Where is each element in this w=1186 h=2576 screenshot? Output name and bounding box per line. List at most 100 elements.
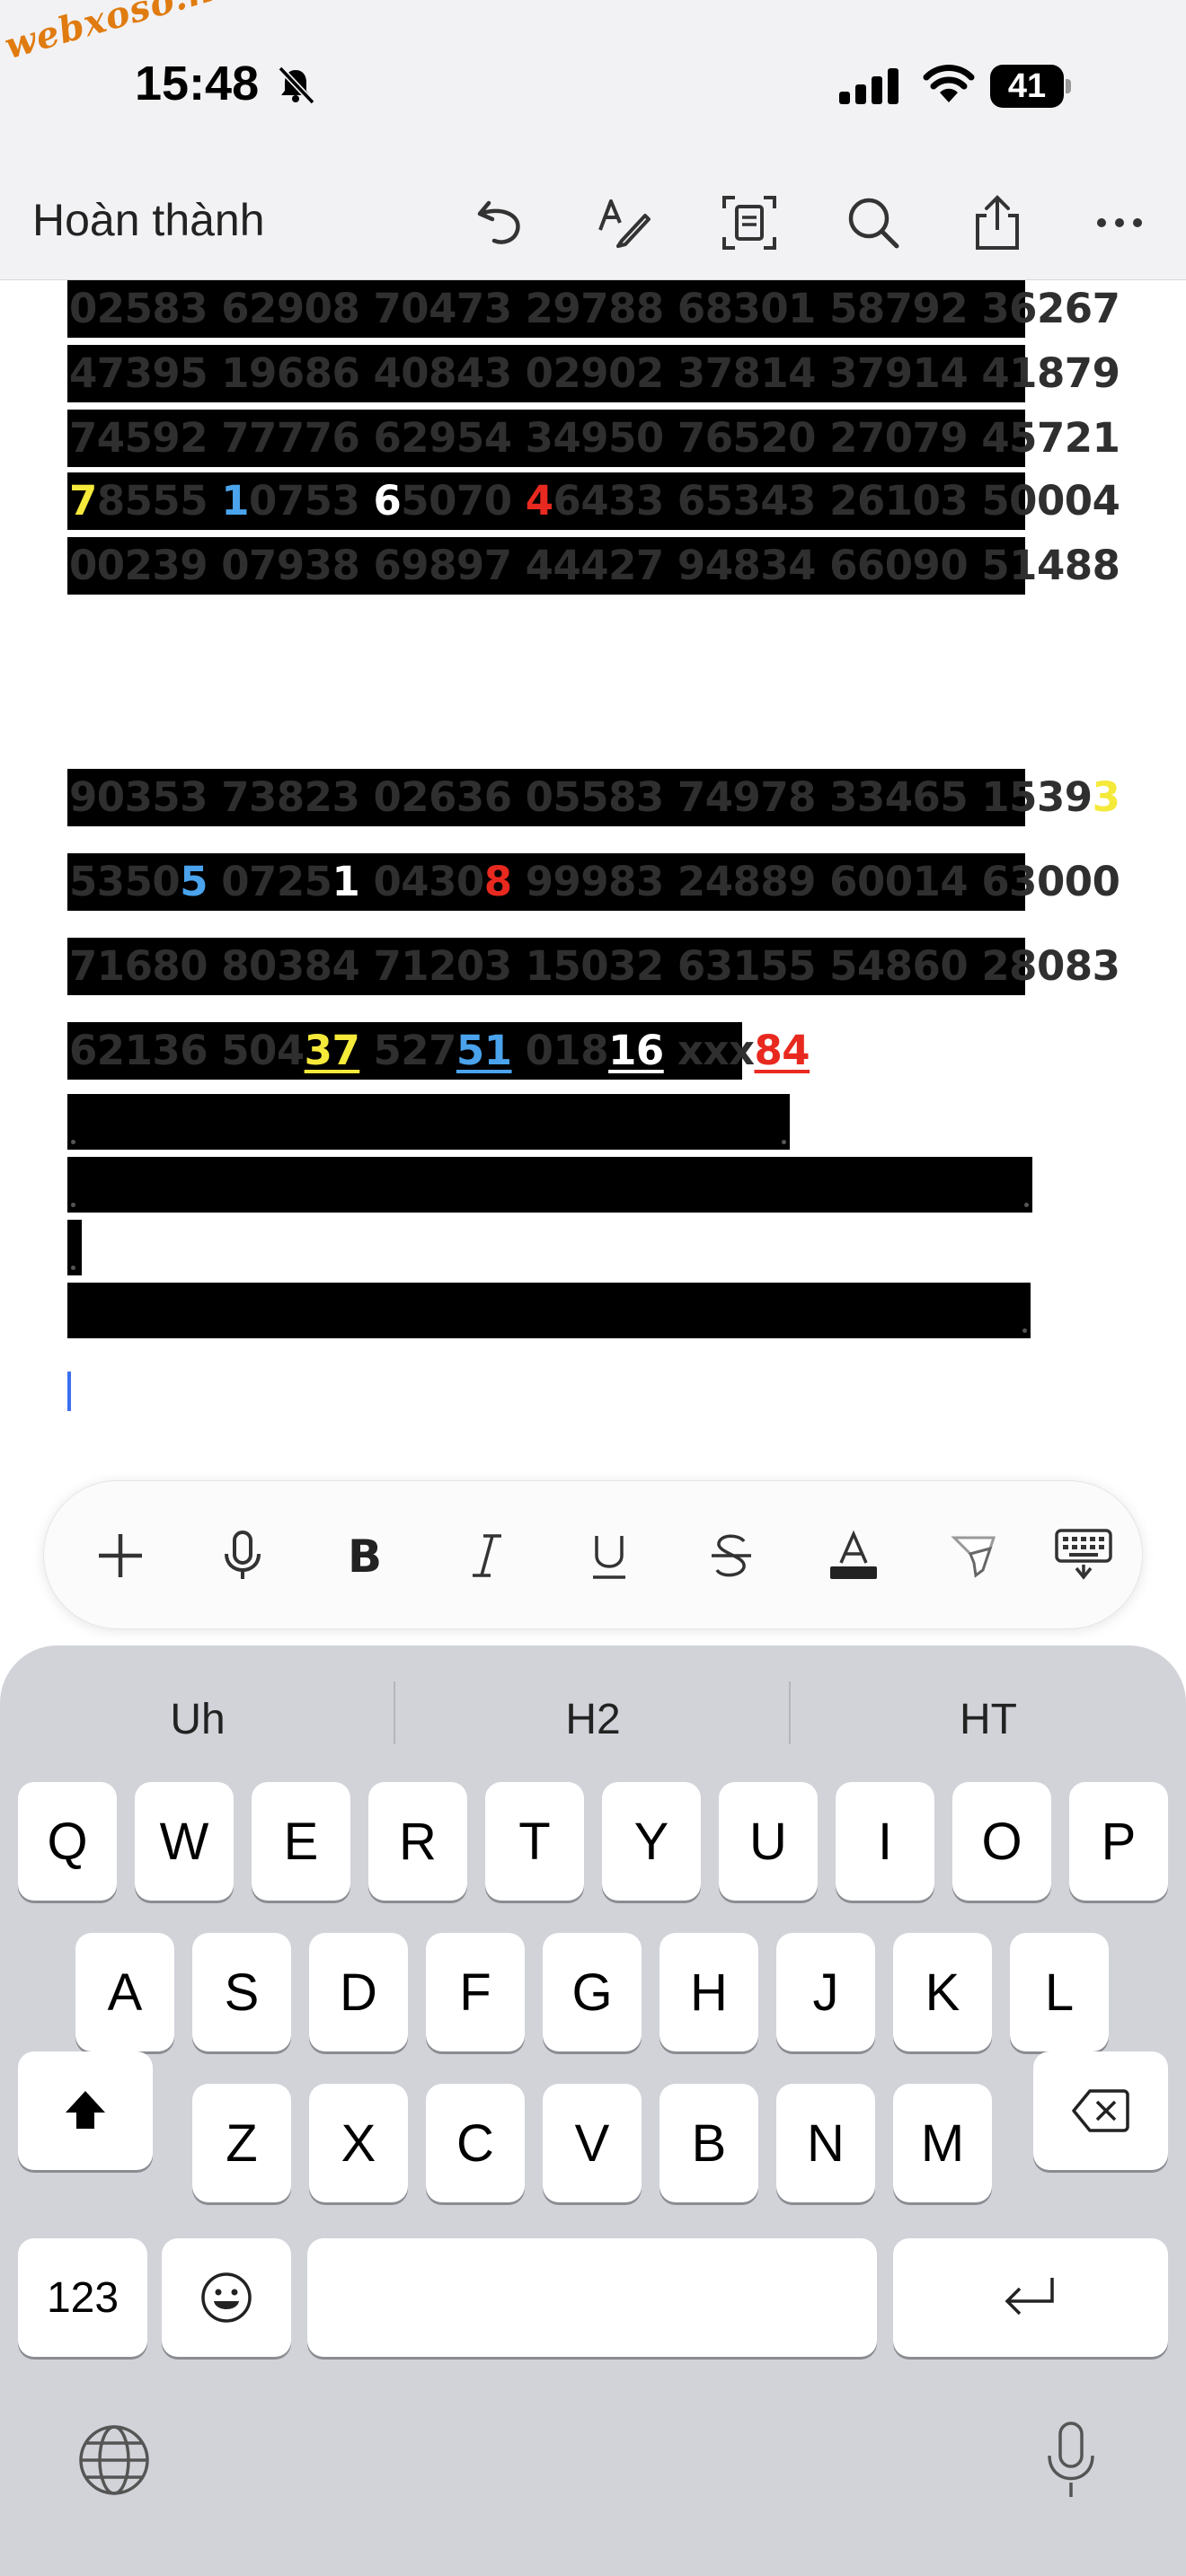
return-icon (1005, 2278, 1054, 2316)
key-m[interactable]: M (893, 2084, 992, 2202)
number-text: xxx (663, 1027, 755, 1074)
text-line-1[interactable]: 02583 62908 70473 29788 68301 58792 3626… (67, 280, 1120, 338)
highlighted-digits: 6 (373, 477, 402, 525)
redacted-block[interactable] (67, 1220, 82, 1275)
redacted-block[interactable] (67, 1157, 1032, 1213)
status-time: 15:48 (135, 57, 260, 110)
number-text: 5070 (401, 477, 526, 525)
number-text: 90353 73823 02636 05583 74978 33465 1539 (69, 773, 1093, 821)
battery-indicator: 41 (990, 65, 1071, 108)
highlighted-digits: 1 (221, 477, 250, 525)
key-b[interactable]: B (659, 2084, 758, 2202)
key-y[interactable]: Y (602, 1782, 701, 1901)
text-line-7[interactable]: 53505 07251 04308 99983 24889 60014 6300… (67, 853, 1120, 911)
number-text: 8555 (96, 477, 222, 525)
text-cursor (67, 1372, 71, 1411)
highlighted-digits: 8 (483, 858, 512, 905)
dictation-button[interactable] (204, 1517, 281, 1594)
key-v[interactable]: V (543, 2084, 642, 2202)
key-j[interactable]: J (776, 1933, 875, 2051)
suggestion-3[interactable]: HT (791, 1681, 1186, 1757)
number-text: 62136 504 (69, 1027, 305, 1074)
key-w[interactable]: W (135, 1782, 234, 1901)
text-color-icon (830, 1531, 877, 1579)
text-line-2[interactable]: 47395 19686 40843 02902 37814 37914 4187… (67, 345, 1120, 402)
document-body[interactable]: 02583 62908 70473 29788 68301 58792 3626… (0, 280, 1186, 1645)
return-key[interactable] (893, 2238, 1168, 2357)
highlighted-digits: 1 (332, 858, 360, 905)
highlighted-digits: 37 (304, 1027, 360, 1074)
share-button[interactable] (963, 189, 1031, 257)
underline-button[interactable] (571, 1517, 648, 1594)
key-n[interactable]: N (776, 2084, 875, 2202)
key-t[interactable]: T (485, 1782, 584, 1901)
key-s[interactable]: S (192, 1933, 291, 2051)
shift-key[interactable] (18, 2051, 153, 2170)
text-line-8[interactable]: 71680 80384 71203 15032 63155 54860 2808… (67, 938, 1120, 995)
dictation-microphone-icon[interactable] (1042, 2420, 1100, 2501)
search-icon (848, 198, 899, 249)
emoji-icon (201, 2272, 252, 2323)
strikethrough-button[interactable] (693, 1517, 770, 1594)
highlighted-digits: 3 (1092, 773, 1120, 821)
emoji-key[interactable] (162, 2238, 291, 2357)
insert-button[interactable] (82, 1517, 159, 1594)
key-a[interactable]: A (75, 1933, 174, 2051)
italic-icon (473, 1534, 501, 1577)
more-icon (1097, 218, 1142, 227)
key-l[interactable]: L (1010, 1933, 1109, 2051)
hide-keyboard-button[interactable] (1045, 1517, 1122, 1594)
wifi-icon (923, 65, 975, 102)
redacted-block[interactable] (67, 1094, 790, 1150)
more-button[interactable] (1085, 189, 1154, 257)
key-c[interactable]: C (426, 2084, 525, 2202)
number-text: 00239 07938 69897 44427 94834 66090 5148… (69, 542, 1120, 589)
key-z[interactable]: Z (192, 2084, 291, 2202)
suggestion-1[interactable]: Uh (0, 1681, 395, 1757)
done-button[interactable]: Hoàn thành (32, 194, 265, 246)
key-d[interactable]: D (309, 1933, 408, 2051)
globe-icon[interactable] (77, 2423, 151, 2497)
editor-toolbar: Hoàn thành (0, 171, 1186, 280)
undo-button[interactable] (467, 189, 535, 257)
space-key[interactable] (307, 2238, 877, 2357)
highlighted-digits: 4 (525, 477, 553, 525)
scan-text-button[interactable] (715, 189, 783, 257)
number-text: 02583 62908 70473 29788 68301 58792 3626… (69, 285, 1120, 332)
key-u[interactable]: U (719, 1782, 818, 1901)
number-text: 527 (359, 1027, 456, 1074)
text-line-5[interactable]: 00239 07938 69897 44427 94834 66090 5148… (67, 537, 1120, 595)
text-color-button[interactable] (815, 1517, 892, 1594)
number-text: 0725 (208, 858, 332, 905)
text-line-9[interactable]: 62136 50437 52751 01816 xxx84 (67, 1022, 810, 1080)
search-button[interactable] (839, 189, 907, 257)
key-i[interactable]: I (836, 1782, 934, 1901)
delete-key[interactable] (1033, 2051, 1168, 2170)
key-q[interactable]: Q (18, 1782, 117, 1901)
highlight-button[interactable] (937, 1517, 1014, 1594)
shift-icon (66, 2091, 105, 2129)
key-r[interactable]: R (368, 1782, 467, 1901)
draw-button[interactable] (589, 189, 658, 257)
key-x[interactable]: X (309, 2084, 408, 2202)
key-o[interactable]: O (952, 1782, 1051, 1901)
key-f[interactable]: F (426, 1933, 525, 2051)
text-line-4[interactable]: 78555 10753 65070 46433 65343 26103 5000… (67, 472, 1120, 530)
numbers-key[interactable]: 123 (18, 2238, 147, 2357)
text-line-6[interactable]: 90353 73823 02636 05583 74978 33465 1539… (67, 769, 1120, 826)
bold-button[interactable]: B (326, 1517, 403, 1594)
key-g[interactable]: G (543, 1933, 642, 2051)
format-bar: B (43, 1480, 1143, 1629)
text-line-3[interactable]: 74592 77776 62954 34950 76520 27079 4572… (67, 410, 1120, 467)
key-p[interactable]: P (1069, 1782, 1168, 1901)
undo-icon (477, 200, 520, 244)
key-e[interactable]: E (252, 1782, 350, 1901)
keyboard: Uh H2 HT QWERTYUIOP ASDFGHJKL ZXCVBNM 12… (0, 1645, 1186, 2576)
key-k[interactable]: K (893, 1933, 992, 2051)
delete-backspace-icon (1072, 2089, 1129, 2132)
suggestion-2[interactable]: H2 (395, 1681, 791, 1757)
key-h[interactable]: H (659, 1933, 758, 2051)
italic-button[interactable] (448, 1517, 526, 1594)
scan-document-icon (722, 196, 776, 250)
redacted-block[interactable] (67, 1283, 1031, 1338)
